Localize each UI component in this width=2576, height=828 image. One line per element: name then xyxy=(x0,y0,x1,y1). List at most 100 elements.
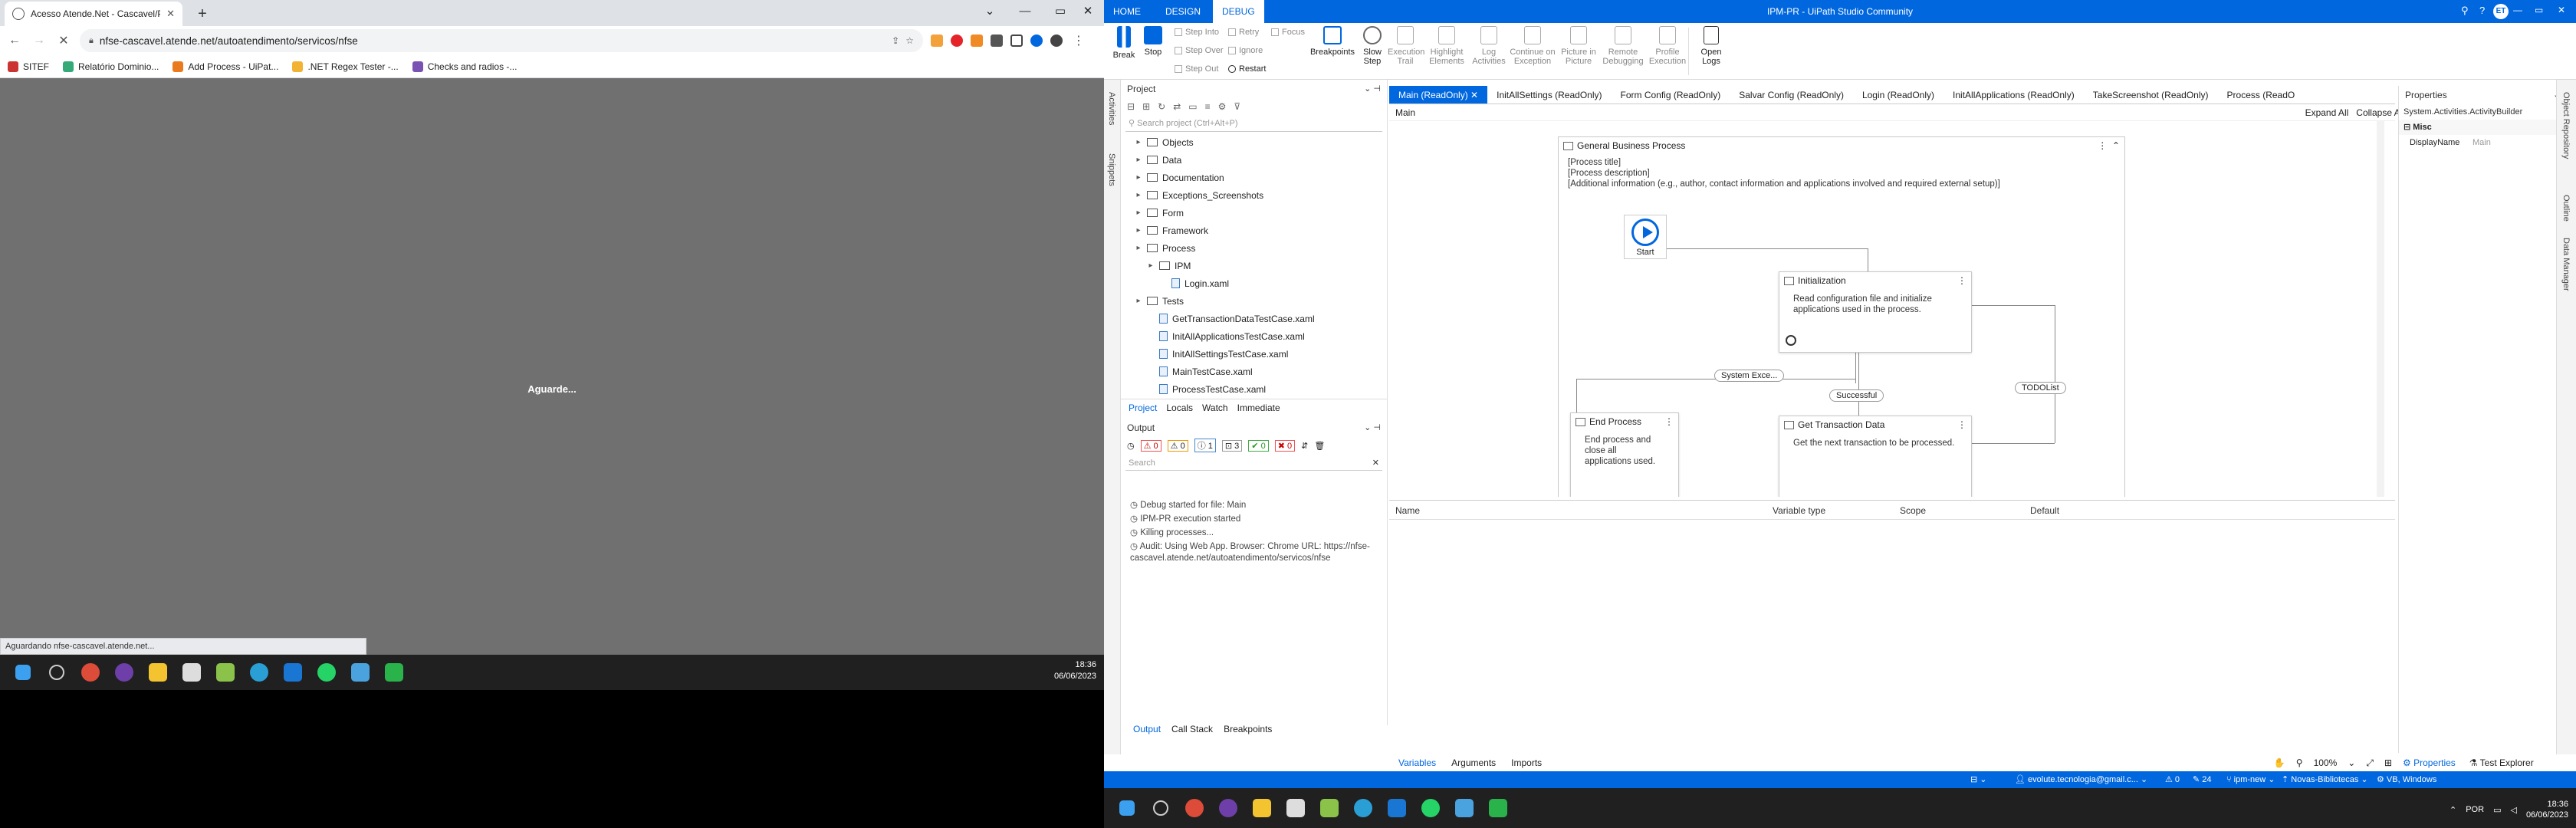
tab-breakpoints[interactable]: Breakpoints xyxy=(1224,721,1272,738)
expander-icon[interactable]: ▸ xyxy=(1133,156,1144,164)
tree-item[interactable]: InitAllSettingsTestCase.xaml xyxy=(1121,345,1382,363)
close-tab-icon[interactable]: ✕ xyxy=(166,8,175,20)
expand-all-button[interactable]: Expand All xyxy=(2305,107,2349,118)
app-icon[interactable] xyxy=(348,660,373,685)
uipath-icon[interactable] xyxy=(281,660,305,685)
bookmark-item[interactable]: .NET Regex Tester -... xyxy=(292,61,399,72)
doc-tab[interactable]: TakeScreenshot (ReadOnly) xyxy=(2084,86,2218,104)
designer-scrollbar[interactable] xyxy=(2377,121,2384,497)
taskbar-clock[interactable]: 18:36 06/06/2023 xyxy=(2526,799,2568,820)
chevron-down-icon[interactable]: ⌄ xyxy=(972,0,1007,23)
language-indicator[interactable]: POR xyxy=(2466,805,2484,814)
arrange-icon[interactable]: ≡ xyxy=(1205,101,1211,112)
hand-icon[interactable]: ✋ xyxy=(2274,754,2285,771)
collapse-all-button[interactable]: Collapse All xyxy=(2356,107,2404,118)
taskbar-clock[interactable]: 18:36 06/06/2023 xyxy=(1027,659,1096,682)
tree-item[interactable]: ▸ Exceptions_Screenshots xyxy=(1121,186,1382,204)
close-icon[interactable]: ✕ xyxy=(1470,90,1478,100)
tab-variables[interactable]: Variables xyxy=(1398,754,1436,771)
expander-icon[interactable]: ▸ xyxy=(1145,261,1156,270)
task-view-icon[interactable] xyxy=(44,660,69,685)
minimize-button[interactable]: — xyxy=(2513,5,2522,15)
maximize-button[interactable]: ▭ xyxy=(2535,5,2543,15)
app-icon[interactable] xyxy=(382,660,406,685)
fit-icon[interactable]: ⤢ xyxy=(2366,754,2374,771)
trace-filter[interactable]: ⊡ 3 xyxy=(1221,439,1243,452)
stop-icon[interactable]: ✕ xyxy=(55,33,72,48)
doc-tab[interactable]: Main (ReadOnly) ✕ xyxy=(1389,86,1488,104)
extension-icon[interactable] xyxy=(931,34,943,47)
extension-icon[interactable] xyxy=(971,34,983,47)
tree-item[interactable]: InitAllApplicationsTestCase.xaml xyxy=(1121,327,1382,345)
warning-filter[interactable]: ⚠ 0 xyxy=(1167,439,1188,452)
expander-icon[interactable]: ▸ xyxy=(1133,191,1144,199)
get-transaction-data-state[interactable]: Get Transaction Data ⋮ Get the next trans… xyxy=(1779,416,1972,497)
app-icon[interactable] xyxy=(1452,796,1477,820)
tree-item[interactable]: Login.xaml xyxy=(1121,274,1382,292)
continue-on-exception-button[interactable]: Continue on Exception xyxy=(1509,26,1556,66)
tab-watch[interactable]: Watch xyxy=(1202,399,1228,416)
output-search-input[interactable]: Search ✕ xyxy=(1125,455,1382,471)
chevron-down-icon[interactable]: ⌄ xyxy=(2348,754,2355,771)
start-button[interactable] xyxy=(11,660,35,685)
fatal-filter[interactable]: ✖ 0 xyxy=(1274,439,1296,452)
whatsapp-icon[interactable] xyxy=(1418,796,1443,820)
end-process-state[interactable]: End Process ⋮ End process and close all a… xyxy=(1570,412,1679,497)
notepadpp-icon[interactable] xyxy=(213,660,238,685)
search-icon[interactable]: ⚲ xyxy=(2296,754,2303,771)
tree-item[interactable]: ▸ Form xyxy=(1121,204,1382,222)
doc-tab[interactable]: InitAllApplications (ReadOnly) xyxy=(1944,86,2084,104)
execution-trail-button[interactable]: Execution Trail xyxy=(1388,26,1424,66)
step-over-button[interactable]: Step Over xyxy=(1175,46,1224,55)
pin-icon[interactable]: ⌄ ⊣ xyxy=(1364,80,1381,98)
tree-item[interactable]: GetTransactionDataTestCase.xaml xyxy=(1121,310,1382,327)
transition-label[interactable]: Successful xyxy=(1829,389,1884,402)
help-icon[interactable]: ? xyxy=(2479,5,2485,16)
error-count[interactable]: ⚠ 0 xyxy=(2165,771,2180,788)
volume-icon[interactable]: ◁ xyxy=(2510,805,2516,815)
tree-item[interactable]: ▸ Objects xyxy=(1121,133,1382,151)
tree-item[interactable]: ▸ Documentation xyxy=(1121,169,1382,186)
app-icon[interactable] xyxy=(112,660,136,685)
tab-arguments[interactable]: Arguments xyxy=(1451,754,1496,771)
expander-icon[interactable]: ▸ xyxy=(1133,209,1144,217)
error-filter[interactable]: ⚠ 0 xyxy=(1140,439,1162,452)
tab-properties[interactable]: ⚙ Properties xyxy=(2403,754,2456,771)
back-icon[interactable]: ← xyxy=(6,34,23,48)
notepadpp-icon[interactable] xyxy=(1317,796,1342,820)
expander-icon[interactable]: ▸ xyxy=(1133,297,1144,305)
search-project-input[interactable]: ⚲ Search project (Ctrl+Alt+P) xyxy=(1125,115,1382,132)
success-filter[interactable]: ✔ 0 xyxy=(1248,439,1269,452)
whatsapp-icon[interactable] xyxy=(314,660,339,685)
share-icon[interactable]: ⇪ xyxy=(892,35,899,46)
star-icon[interactable]: ☆ xyxy=(905,35,914,46)
sidebar-icon[interactable] xyxy=(1010,34,1023,47)
bookmark-item[interactable]: Add Process - UiPat... xyxy=(172,61,278,72)
picture-in-picture-button[interactable]: Picture in Picture xyxy=(1558,26,1599,66)
property-value[interactable]: Main xyxy=(2472,135,2491,150)
file-explorer-icon[interactable] xyxy=(146,660,170,685)
status-icon[interactable]: ⊟ ⌄ xyxy=(1970,771,1987,788)
notepad-icon[interactable] xyxy=(179,660,204,685)
clock-icon[interactable]: ◷ xyxy=(1127,441,1135,451)
settings-icon[interactable]: ⚙ xyxy=(1218,101,1227,112)
outline-tab[interactable]: Outline xyxy=(2561,195,2571,222)
library-status[interactable]: ⇡ Novas-Bibliotecas ⌄ xyxy=(2282,771,2368,788)
tab-locals[interactable]: Locals xyxy=(1166,399,1193,416)
open-logs-button[interactable]: Open Logs xyxy=(1696,26,1727,66)
highlight-elements-button[interactable]: Highlight Elements xyxy=(1424,26,1469,66)
collapse-icon[interactable]: ⊟ xyxy=(1127,101,1135,112)
doc-tab[interactable]: Process (ReadO xyxy=(2218,86,2305,104)
tree-item[interactable]: ▸ Process xyxy=(1121,239,1382,257)
snippets-tab[interactable]: Snippets xyxy=(1107,153,1116,186)
info-filter[interactable]: ⓘ 1 xyxy=(1194,439,1216,452)
expander-icon[interactable]: ▸ xyxy=(1133,244,1144,252)
initialization-state[interactable]: Initialization ⋮ Read configuration file … xyxy=(1779,271,1972,353)
step-out-button[interactable]: Step Out xyxy=(1175,64,1218,74)
tree-item[interactable]: ▸ Framework xyxy=(1121,222,1382,239)
expand-icon[interactable]: ⊞ xyxy=(1142,101,1150,112)
opera-extension-icon[interactable] xyxy=(951,34,963,47)
profile-icon[interactable] xyxy=(1050,34,1063,47)
doc-tab[interactable]: Salvar Config (ReadOnly) xyxy=(1730,86,1853,104)
tab-immediate[interactable]: Immediate xyxy=(1237,399,1280,416)
